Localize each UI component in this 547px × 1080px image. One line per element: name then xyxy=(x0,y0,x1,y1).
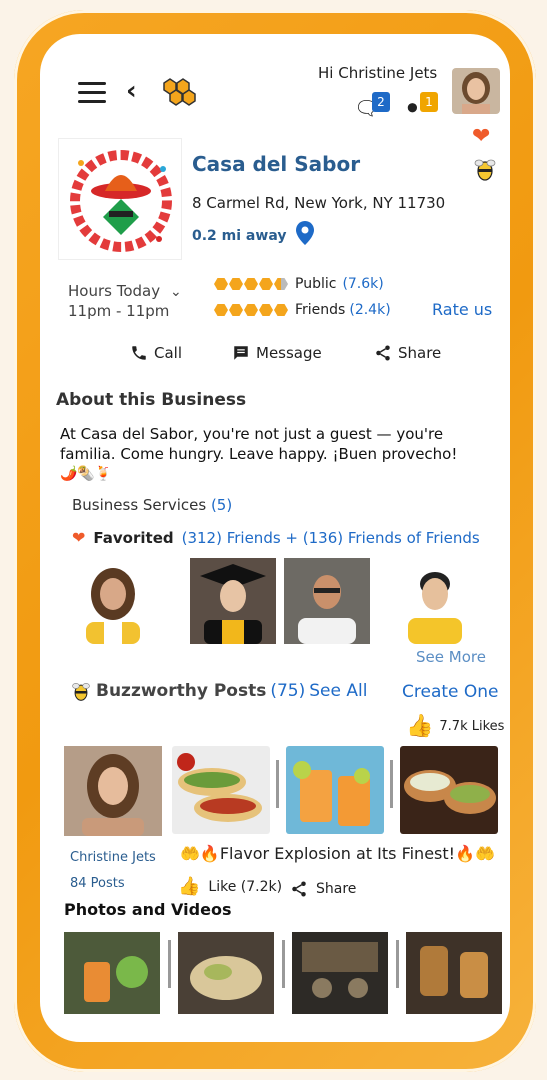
photo-thumbnail[interactable] xyxy=(406,932,502,1014)
photo-thumbnail[interactable] xyxy=(292,932,388,1014)
rating-hex-icon xyxy=(229,278,243,290)
friends-rating-label: Friends xyxy=(295,302,346,318)
tags-badge: 1 xyxy=(420,92,438,112)
poster-avatar[interactable] xyxy=(64,746,162,836)
buzzworthy-count[interactable]: (75) xyxy=(270,681,305,701)
message-icon xyxy=(234,346,248,360)
rating-hex-icon xyxy=(274,304,288,316)
like-label: Like (7.2k) xyxy=(208,878,283,895)
business-name[interactable]: Casa del Sabor xyxy=(192,152,360,176)
business-address[interactable]: 8 Carmel Rd, New York, NY 11730 xyxy=(192,194,445,212)
about-emojis: 🌶️🌯🍹 xyxy=(60,466,113,482)
rating-hex-icon xyxy=(259,304,273,316)
message-label: Message xyxy=(256,344,322,362)
rating-hex-icon xyxy=(229,304,243,316)
message-button[interactable]: Message xyxy=(232,344,322,362)
friend-avatar[interactable] xyxy=(190,558,276,644)
friends-rating[interactable]: Friends (2.4k) xyxy=(214,300,391,320)
photo-thumbnail[interactable] xyxy=(64,932,160,1014)
photo-thumbnail[interactable] xyxy=(178,932,274,1014)
friend-avatar[interactable] xyxy=(70,558,156,644)
post-image-tostadas[interactable] xyxy=(400,746,498,834)
distance-text: 0.2 mi away xyxy=(192,228,287,244)
poster-posts-count[interactable]: 84 Posts xyxy=(70,876,125,891)
like-button[interactable]: 👍 Like (7.2k) xyxy=(178,876,282,897)
rate-us-link[interactable]: Rate us xyxy=(432,300,492,319)
favorite-heart-icon[interactable]: ❤ xyxy=(472,124,490,149)
favorited-label: Favorited xyxy=(93,528,174,547)
public-rating-label: Public xyxy=(295,276,337,292)
post-share-label: Share xyxy=(316,881,357,897)
services-count[interactable]: (5) xyxy=(211,496,232,514)
thumbs-up-icon: 👍 xyxy=(406,714,434,739)
friend-avatar[interactable] xyxy=(284,558,370,644)
about-title: About this Business xyxy=(56,390,247,410)
post-caption: 🤲🔥Flavor Explosion at Its Finest!🔥🤲 xyxy=(180,844,495,863)
phone-screen: ‹ Hi Christine Jets 🗨 2 ⚫ 1 Casa del Sab… xyxy=(40,34,510,1042)
friends-rating-count[interactable]: (2.4k) xyxy=(349,302,390,318)
buzzworthy-title: Buzzworthy Posts xyxy=(96,681,267,701)
photos-title: Photos and Videos xyxy=(64,900,232,919)
bee-icon xyxy=(72,683,90,701)
phone-icon xyxy=(132,346,146,360)
rating-half-hex-icon xyxy=(274,278,288,290)
divider xyxy=(168,940,171,988)
rating-hex-icon xyxy=(244,278,258,290)
location-pin-icon[interactable] xyxy=(294,220,316,246)
rating-hex-icon xyxy=(214,278,228,290)
divider xyxy=(276,760,279,808)
rating-hex-icon xyxy=(244,304,258,316)
rating-hex-icon xyxy=(214,304,228,316)
post-likes: 👍 7.7k Likes xyxy=(406,714,504,739)
call-label: Call xyxy=(154,344,183,362)
favorited-counts[interactable]: (312) Friends + (136) Friends of Friends xyxy=(182,529,480,547)
back-icon[interactable]: ‹ xyxy=(126,76,137,106)
post-share-button[interactable]: Share xyxy=(290,880,356,898)
about-text: At Casa del Sabor, you're not just a gue… xyxy=(60,425,458,463)
services-label: Business Services xyxy=(72,496,207,514)
business-logo xyxy=(58,138,182,260)
share-icon xyxy=(376,345,390,361)
create-one-link[interactable]: Create One xyxy=(402,682,499,702)
post-image-margaritas[interactable] xyxy=(286,746,384,834)
post-image-tacos[interactable] xyxy=(172,746,270,834)
public-rating[interactable]: Public (7.6k) xyxy=(214,274,384,294)
friend-avatar[interactable] xyxy=(392,558,478,644)
divider xyxy=(390,760,393,808)
public-rating-count[interactable]: (7.6k) xyxy=(342,276,383,292)
business-services[interactable]: Business Services (5) xyxy=(72,496,232,514)
hours-label[interactable]: Hours Today xyxy=(68,282,160,300)
post-likes-count: 7.7k Likes xyxy=(439,719,505,734)
tag-icon[interactable]: ⚫ xyxy=(404,96,421,120)
buzzworthy-header: Buzzworthy Posts (75) See All xyxy=(70,680,367,702)
share-button[interactable]: Share xyxy=(374,344,441,362)
share-label: Share xyxy=(398,344,442,362)
favorited-row[interactable]: ❤ Favorited (312) Friends + (136) Friend… xyxy=(72,528,480,547)
thumbs-up-outline-icon: 👍 xyxy=(178,876,201,897)
bee-icon[interactable] xyxy=(472,156,498,182)
greeting-text: Hi Christine Jets xyxy=(318,64,438,82)
messages-badge: 2 xyxy=(372,92,390,112)
heart-icon: ❤ xyxy=(72,528,86,547)
call-button[interactable]: Call xyxy=(130,344,182,362)
see-all-link[interactable]: See All xyxy=(309,681,367,701)
share-icon xyxy=(292,881,306,897)
menu-icon[interactable] xyxy=(78,82,106,103)
rating-hex-icon xyxy=(259,278,273,290)
see-more-link[interactable]: See More xyxy=(416,648,486,666)
user-avatar[interactable] xyxy=(452,68,500,114)
poster-name[interactable]: Christine Jets xyxy=(70,850,156,865)
divider xyxy=(282,940,285,988)
divider xyxy=(396,940,399,988)
honeycomb-logo-icon[interactable] xyxy=(158,76,200,106)
chevron-down-icon[interactable]: ⌄ xyxy=(170,284,182,300)
hours-value: 11pm - 11pm xyxy=(68,302,170,320)
